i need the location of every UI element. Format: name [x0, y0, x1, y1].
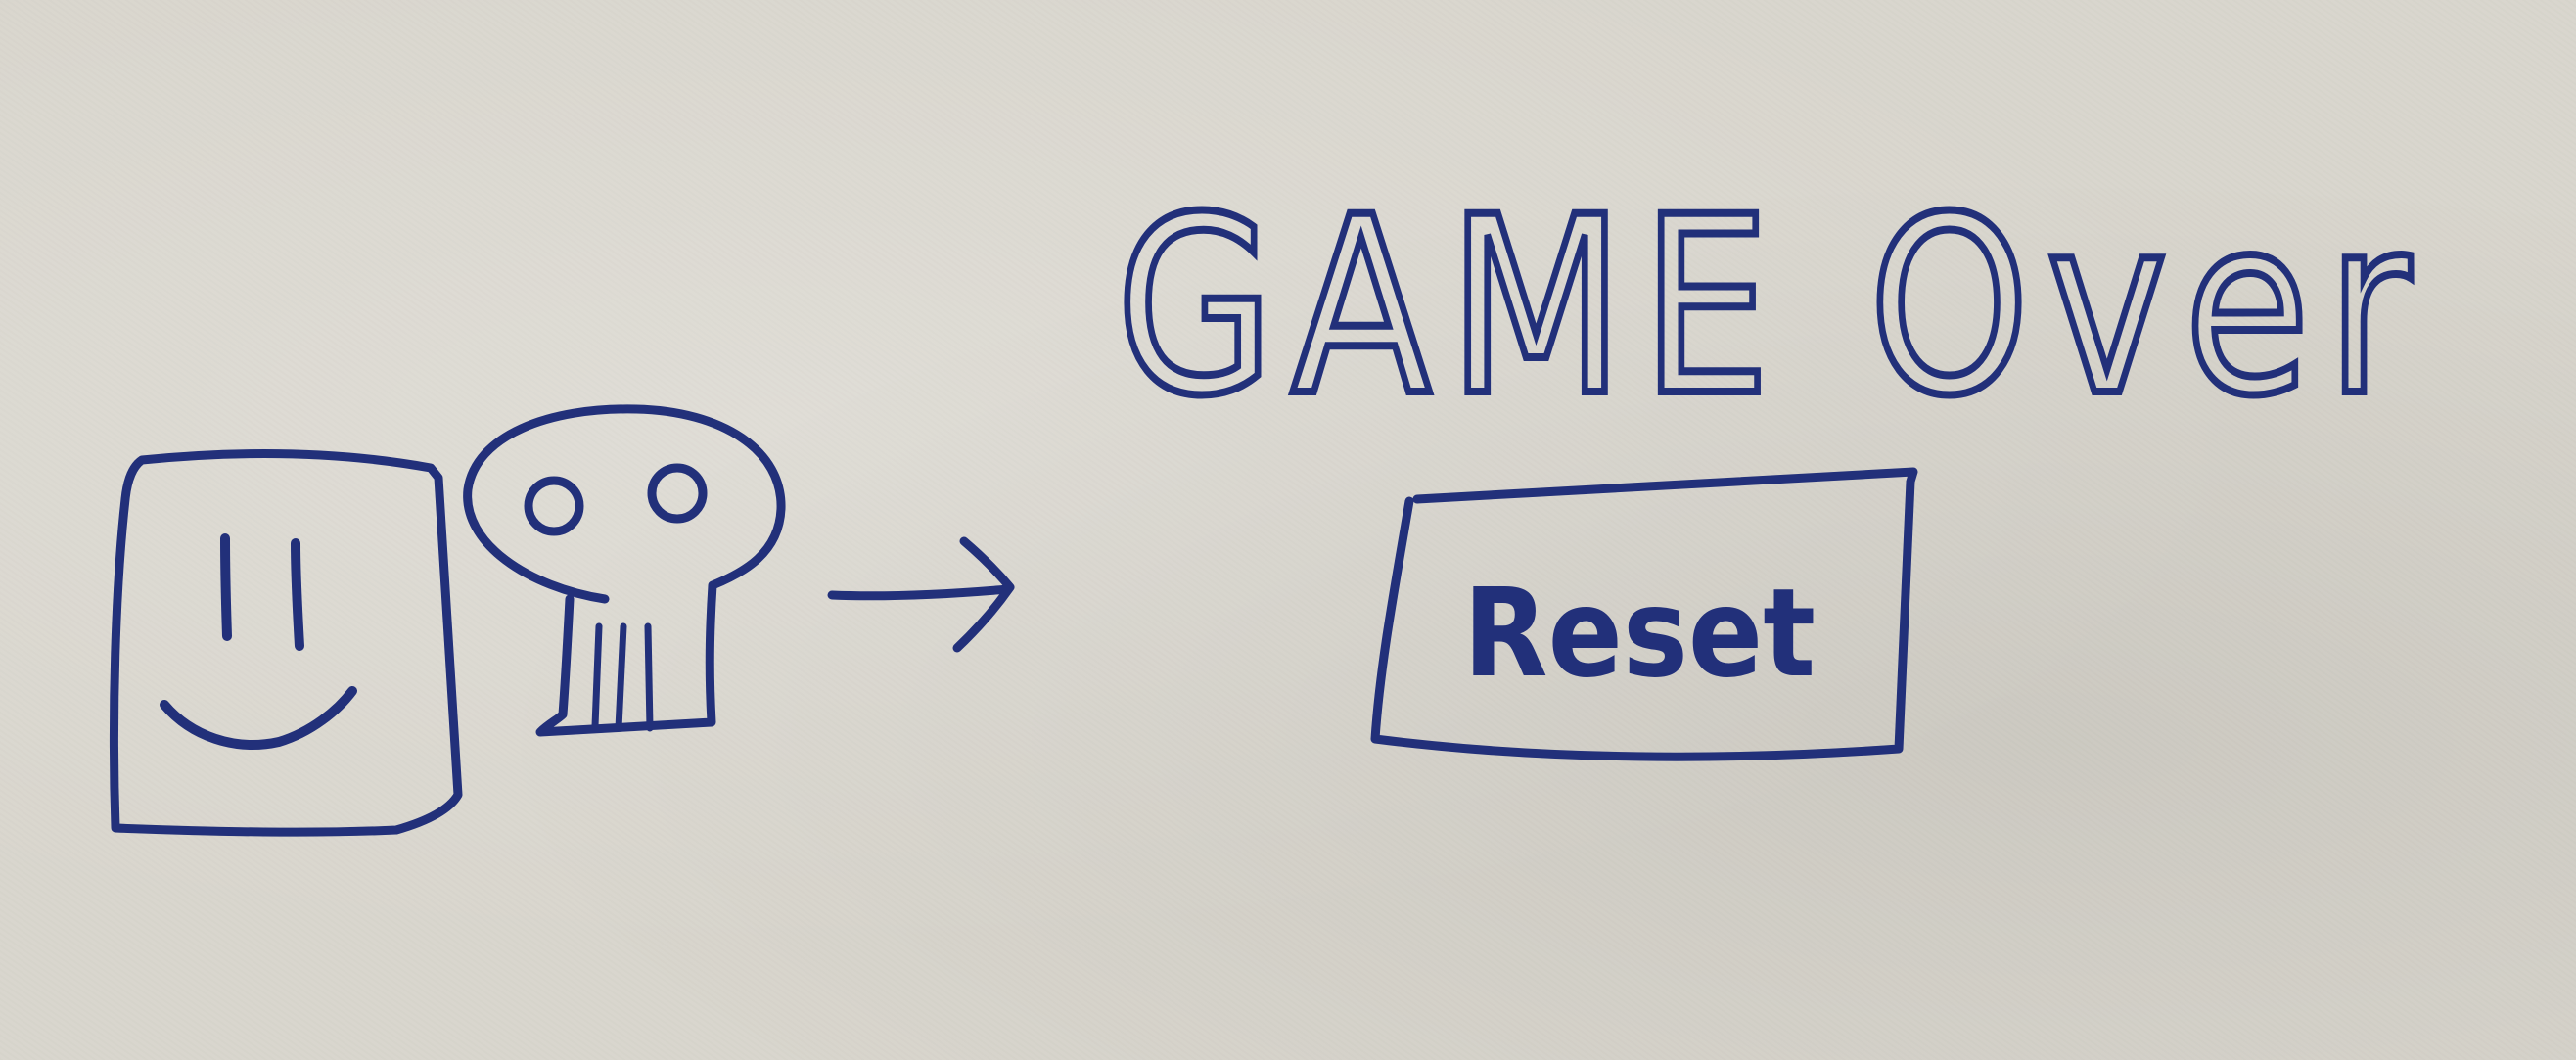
- arrow-shaft: [827, 584, 1013, 601]
- skull-left-eye: [524, 476, 584, 536]
- game-over-sketch: GAME Over Reset: [109, 161, 2427, 837]
- arrow-right-icon: [827, 536, 1015, 653]
- smiley-face-icon: [109, 448, 463, 837]
- skull-tooth-line: [591, 622, 603, 730]
- smiley-face-outline: [109, 448, 463, 837]
- skull-outline: [463, 404, 786, 737]
- skull-right-eye: [647, 463, 708, 524]
- smiley-right-eye: [291, 538, 304, 651]
- reset-button[interactable]: Reset: [1370, 467, 1918, 761]
- smiley-mouth: [160, 686, 357, 750]
- skull-icon: [463, 404, 786, 737]
- skull-tooth-line: [615, 622, 627, 732]
- skull-tooth-line: [644, 622, 654, 732]
- reset-button-label[interactable]: Reset: [1463, 563, 1816, 705]
- smiley-left-eye: [220, 533, 232, 641]
- game-over-title: GAME Over: [1116, 164, 2427, 449]
